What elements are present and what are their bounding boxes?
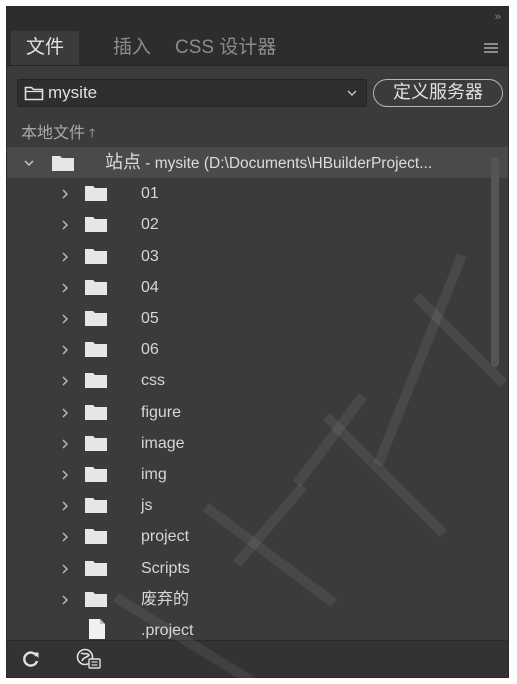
folder-icon (85, 435, 107, 451)
folder-icon (85, 404, 107, 420)
tab-insert[interactable]: 插入 (105, 31, 159, 65)
chevron-right-icon[interactable] (59, 594, 71, 606)
tree-item-label: 01 (141, 185, 159, 203)
tree-item-label: image (141, 434, 185, 452)
tree-item-label: 02 (141, 216, 159, 234)
tree-folder-row[interactable]: 01 (7, 178, 508, 209)
define-server-button[interactable]: 定义服务器 (373, 79, 503, 107)
tree-scrollbar[interactable] (491, 157, 499, 367)
collapse-panel-button[interactable]: ›› (495, 11, 501, 23)
tree-folder-row[interactable]: project (7, 521, 508, 552)
tree-root-label: 站点 - mysite (D:\Documents\HBuilderProjec… (105, 152, 433, 172)
local-files-header[interactable]: 本地文件 🡑 (21, 119, 95, 145)
tree-root-row[interactable]: 站点 - mysite (D:\Documents\HBuilderProjec… (7, 147, 508, 178)
tree-folder-row[interactable]: image (7, 428, 508, 459)
panel-title-strip: ›› (7, 7, 508, 31)
tree-folder-row[interactable]: Scripts (7, 553, 508, 584)
folder-icon (85, 248, 107, 264)
chevron-right-icon[interactable] (59, 563, 71, 575)
tree-folder-row[interactable]: 05 (7, 303, 508, 334)
tree-folder-row[interactable]: figure (7, 397, 508, 428)
chevron-right-icon[interactable] (59, 219, 71, 231)
chevron-right-icon[interactable] (59, 188, 71, 200)
files-panel: ›› 文件 插入 CSS 设计器 mysite 定义服务器 本地文件 🡑 站点 - (6, 6, 509, 678)
tree-item-label: 04 (141, 278, 159, 296)
local-files-label: 本地文件 (21, 125, 86, 142)
file-icon (89, 619, 105, 639)
tree-item-label: 05 (141, 310, 159, 327)
folder-icon (85, 217, 107, 233)
folder-icon (85, 342, 107, 358)
folder-icon (85, 560, 107, 576)
chevron-right-icon[interactable] (59, 500, 71, 512)
tree-item-label: Scripts (141, 559, 190, 577)
site-select[interactable]: mysite (17, 79, 367, 107)
globe-connect-icon[interactable] (75, 647, 103, 671)
site-select-value: mysite (48, 83, 98, 102)
tree-folder-row[interactable]: 废弃的 (7, 584, 508, 615)
chevron-right-icon[interactable] (59, 251, 71, 263)
panel-bottom-bar (7, 640, 508, 677)
arrow-up-icon[interactable]: 🡑 (89, 126, 95, 140)
folder-icon (85, 373, 107, 389)
file-tree: 站点 - mysite (D:\Documents\HBuilderProjec… (7, 147, 508, 647)
tab-files[interactable]: 文件 (11, 31, 79, 65)
chevron-right-icon[interactable] (59, 531, 71, 543)
chevron-right-icon[interactable] (59, 344, 71, 356)
tree-item-label: img (141, 466, 167, 483)
folder-icon (85, 498, 107, 514)
tree-folder-row[interactable]: css (7, 365, 508, 396)
folder-icon (85, 529, 107, 545)
tree-folder-row[interactable]: img (7, 459, 508, 490)
tree-item-label: 06 (141, 341, 159, 359)
tree-folder-row[interactable]: js (7, 490, 508, 521)
tree-item-label: figure (141, 403, 182, 421)
chevron-down-icon[interactable] (23, 157, 35, 169)
chevron-right-icon[interactable] (59, 469, 71, 481)
tree-item-label: css (141, 372, 165, 390)
chevron-right-icon[interactable] (59, 375, 71, 387)
folder-icon (85, 186, 107, 202)
tree-folder-row[interactable]: 06 (7, 334, 508, 365)
tree-item-label: 03 (141, 247, 159, 265)
hamburger-icon[interactable] (484, 43, 498, 53)
folder-icon (85, 591, 107, 607)
tree-item-label: js (141, 497, 153, 515)
tree-folder-row[interactable]: 03 (7, 241, 508, 272)
folder-icon (85, 279, 107, 295)
chevron-right-icon[interactable] (59, 438, 71, 450)
folder-outline-icon (24, 86, 44, 101)
folder-icon (52, 156, 74, 171)
refresh-icon[interactable] (21, 649, 41, 669)
folder-icon (85, 311, 107, 326)
chevron-right-icon[interactable] (59, 282, 71, 294)
folder-icon (85, 467, 107, 482)
tree-folder-row[interactable]: 02 (7, 209, 508, 240)
chevron-right-icon[interactable] (59, 313, 71, 325)
tree-item-label: 废弃的 (141, 590, 190, 608)
tree-folder-row[interactable]: 04 (7, 272, 508, 303)
chevron-down-icon (347, 90, 357, 96)
panel-tabbar: 文件 插入 CSS 设计器 (7, 31, 508, 66)
tab-css-designer[interactable]: CSS 设计器 (167, 31, 284, 65)
tree-item-label: project (141, 528, 190, 546)
chevron-right-icon[interactable] (59, 407, 71, 419)
